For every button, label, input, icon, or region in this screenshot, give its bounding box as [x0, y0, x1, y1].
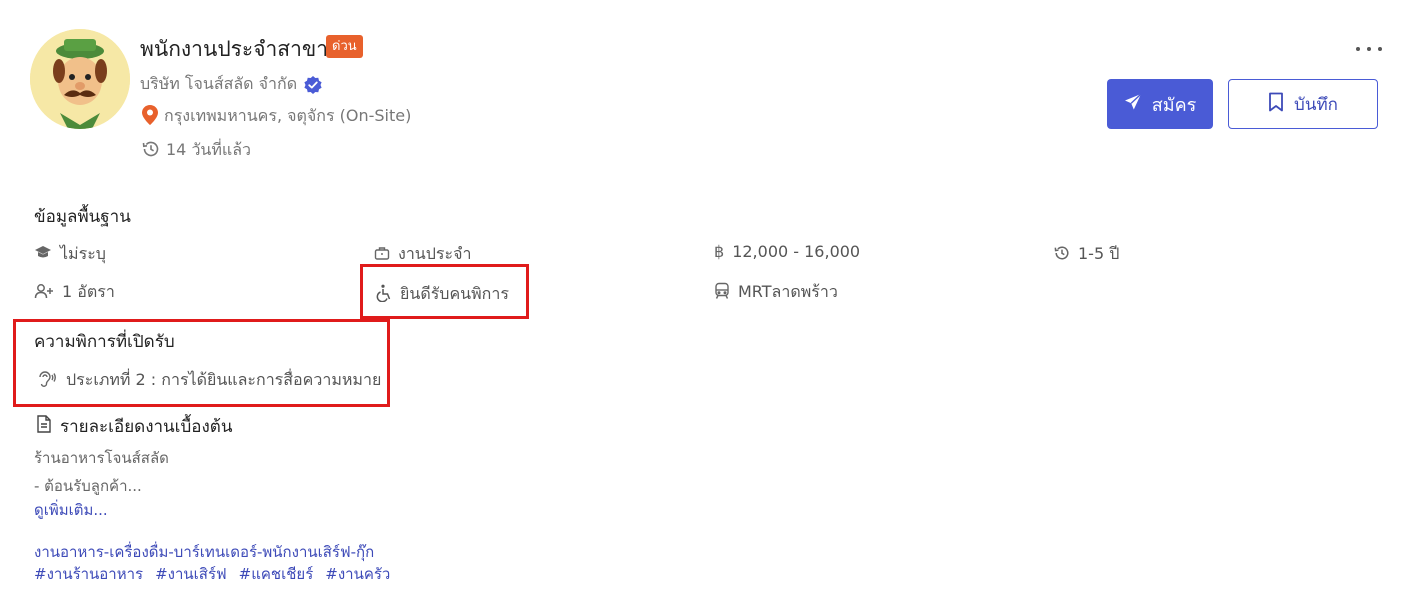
- see-more-link[interactable]: ดูเพิ่มเติม...: [34, 498, 108, 522]
- tag-link[interactable]: #แคชเชียร์: [239, 562, 314, 586]
- experience-value: 1-5 ปี: [1078, 244, 1120, 263]
- document-icon: [36, 415, 52, 438]
- transit-value: MRTลาดพร้าว: [738, 282, 838, 301]
- baht-icon: ฿: [714, 242, 725, 261]
- tag-link[interactable]: #งานร้านอาหาร: [34, 562, 143, 586]
- tag-link[interactable]: #งานเสิร์ฟ: [155, 562, 227, 586]
- description-heading-row: รายละเอียดงานเบื้องต้น: [36, 413, 232, 440]
- highlight-disability-section: [13, 319, 390, 407]
- save-button[interactable]: บันทึก: [1228, 79, 1378, 129]
- salary-value: 12,000 - 16,000: [732, 242, 861, 261]
- apply-label: สมัคร: [1151, 94, 1197, 116]
- basic-info-heading: ข้อมูลพื้นฐาน: [34, 207, 131, 227]
- highlight-disability-welcome: [360, 264, 529, 319]
- education-value: ไม่ระบุ: [60, 244, 106, 263]
- transit-item: MRTลาดพร้าว: [714, 280, 838, 305]
- add-user-icon: [34, 283, 54, 303]
- positions-item: 1 อัตรา: [34, 280, 115, 305]
- posted-row: 14 วันที่แล้ว: [142, 138, 251, 163]
- education-item: ไม่ระบุ: [34, 242, 106, 267]
- graduation-cap-icon: [34, 245, 52, 265]
- dot: [1367, 47, 1371, 51]
- experience-item: 1-5 ปี: [1054, 242, 1119, 267]
- location-row: กรุงเทพมหานคร, จตุจักร (On-Site): [142, 104, 411, 129]
- posted-date: 14 วันที่แล้ว: [166, 140, 252, 159]
- save-label: บันทึก: [1294, 94, 1338, 115]
- job-location: กรุงเทพมหานคร, จตุจักร (On-Site): [164, 106, 412, 125]
- company-row: บริษัท โจนส์สลัด จำกัด: [140, 72, 323, 97]
- verified-check-icon: [303, 75, 323, 95]
- more-options-button[interactable]: [1356, 40, 1382, 58]
- description-heading: รายละเอียดงานเบื้องต้น: [60, 417, 233, 437]
- apply-button[interactable]: สมัคร: [1107, 79, 1213, 129]
- urgent-badge: ด่วน: [326, 35, 363, 58]
- job-card: พนักงานประจำสาขา ด่วน บริษัท โจนส์สลัด จ…: [0, 0, 1409, 594]
- tag-link[interactable]: #งานครัว: [325, 562, 390, 586]
- company-name[interactable]: บริษัท โจนส์สลัด จำกัด: [140, 72, 297, 97]
- history-icon: [1054, 245, 1070, 265]
- dot: [1356, 47, 1360, 51]
- briefcase-icon: [374, 245, 390, 265]
- send-icon: [1124, 92, 1142, 116]
- description-line: - ต้อนรับลูกค้า...: [34, 477, 142, 495]
- category-link[interactable]: งานอาหาร-เครื่องดื่ม-บาร์เทนเดอร์-พนักงา…: [34, 540, 374, 564]
- dot: [1378, 47, 1382, 51]
- description-line: ร้านอาหารโจนส์สลัด: [34, 449, 169, 467]
- bookmark-icon: [1268, 92, 1284, 117]
- company-logo[interactable]: [30, 29, 130, 129]
- history-icon: [142, 140, 160, 162]
- salary-item: ฿ 12,000 - 16,000: [714, 242, 860, 261]
- tags-row: #งานร้านอาหาร #งานเสิร์ฟ #แคชเชียร์ #งาน…: [34, 562, 390, 586]
- map-pin-icon: [142, 104, 158, 129]
- train-icon: [714, 282, 730, 304]
- job-title[interactable]: พนักงานประจำสาขา: [140, 33, 328, 66]
- positions-value: 1 อัตรา: [62, 282, 115, 301]
